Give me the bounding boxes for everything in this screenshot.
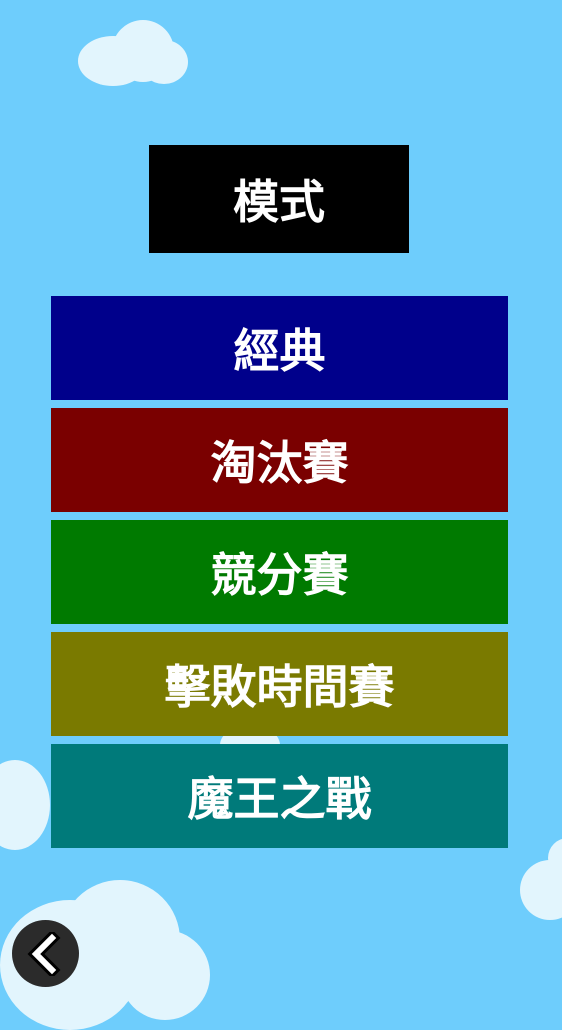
mode-button-elimination[interactable]: 淘汰賽 xyxy=(51,408,508,512)
mode-button-score-race[interactable]: 競分賽 xyxy=(51,520,508,624)
cloud xyxy=(120,930,210,1020)
cloud xyxy=(140,40,188,84)
mode-button-boss-battle[interactable]: 魔王之戰 xyxy=(51,744,508,848)
mode-button-beat-the-clock[interactable]: 擊敗時間賽 xyxy=(51,632,508,736)
page-title: 模式 xyxy=(149,145,409,253)
cloud xyxy=(0,760,50,850)
chevron-left-icon xyxy=(27,931,60,976)
back-button[interactable] xyxy=(12,920,79,987)
mode-button-classic[interactable]: 經典 xyxy=(51,296,508,400)
